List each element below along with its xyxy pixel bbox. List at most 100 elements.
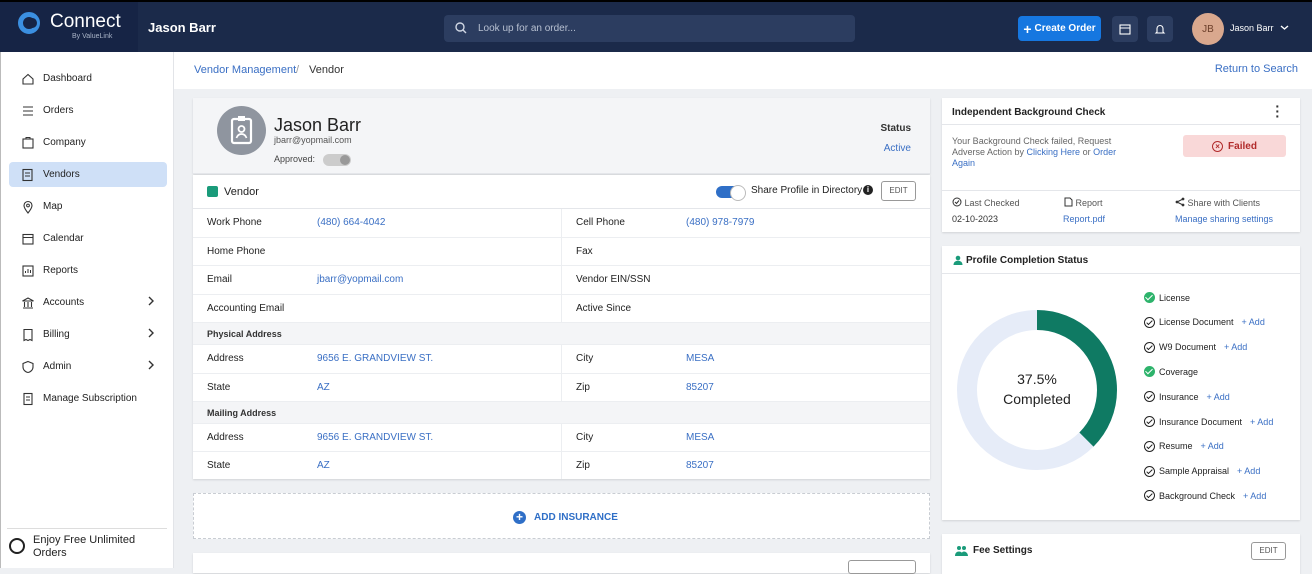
file-icon xyxy=(1064,197,1073,207)
city-label: City xyxy=(576,353,594,364)
divider xyxy=(942,124,1300,125)
add-link[interactable]: + Add xyxy=(1201,441,1224,451)
vendor-name: Jason Barr xyxy=(274,115,362,135)
table-row: Home Phone Fax xyxy=(193,238,930,266)
chevron-right-icon xyxy=(148,360,154,370)
check-circle-icon xyxy=(952,197,962,207)
user-avatar[interactable]: JB xyxy=(1192,13,1224,45)
checklist-item: Sample Appraisal + Add xyxy=(1144,465,1260,477)
checklist-item-label: License Document xyxy=(1159,317,1234,328)
row-divider xyxy=(561,424,562,451)
state-value[interactable]: AZ xyxy=(317,460,330,471)
user-icon xyxy=(953,255,963,265)
address-value[interactable]: 9656 E. GRANDVIEW ST. xyxy=(317,432,433,443)
create-order-button[interactable]: + Create Order xyxy=(1018,16,1101,41)
order-search[interactable] xyxy=(444,15,855,42)
sidebar-item-dashboard[interactable]: Dashboard xyxy=(9,66,167,91)
add-link[interactable]: + Add xyxy=(1242,317,1265,327)
search-input[interactable] xyxy=(478,21,838,36)
sidebar-item-label: Map xyxy=(43,201,63,212)
checklist-item-label: Background Check xyxy=(1159,490,1236,501)
notifications-button[interactable] xyxy=(1147,16,1173,42)
address-value[interactable]: 9656 E. GRANDVIEW ST. xyxy=(317,353,433,364)
sidebar-item-manage-subscription[interactable]: Manage Subscription xyxy=(9,386,167,411)
sidebar-item-label: Manage Subscription xyxy=(43,393,137,404)
sidebar-item-vendors[interactable]: Vendors xyxy=(9,162,167,187)
city-value[interactable]: MESA xyxy=(686,353,714,364)
more-vertical-icon[interactable]: · · · xyxy=(1275,99,1280,123)
profile-completion-title: Profile Completion Status xyxy=(966,255,1089,266)
sidebar-item-company[interactable]: Company xyxy=(9,130,167,155)
row-divider xyxy=(561,209,562,237)
checklist-item-label: Coverage xyxy=(1159,366,1199,377)
calendar-button[interactable] xyxy=(1112,16,1138,42)
checklist-item: Coverage xyxy=(1144,366,1199,378)
add-link[interactable]: + Add xyxy=(1224,342,1247,352)
sidebar-item-label: Accounts xyxy=(43,297,85,308)
sidebar-item-reports[interactable]: Reports xyxy=(9,258,167,283)
return-to-search-link[interactable]: Return to Search xyxy=(1215,63,1298,75)
approved-toggle[interactable] xyxy=(323,154,351,166)
manage-sharing-link[interactable]: Manage sharing settings xyxy=(1175,214,1273,224)
sidebar-item-map[interactable]: Map xyxy=(9,194,167,219)
table-row: State AZ Zip 85207 xyxy=(193,374,930,402)
add-link[interactable]: + Add xyxy=(1243,491,1266,501)
table-row: Address 9656 E. GRANDVIEW ST. City MESA xyxy=(193,424,930,452)
info-icon[interactable]: i xyxy=(863,185,873,195)
header-user-name: Jason Barr xyxy=(148,20,216,35)
clicking-here-link[interactable]: Clicking Here xyxy=(1027,147,1081,157)
chevron-down-icon[interactable] xyxy=(1280,23,1289,32)
brand-logo[interactable]: Connect By ValueLink xyxy=(0,2,138,52)
check-circle-outline-icon xyxy=(1144,391,1155,403)
check-circle-filled-icon xyxy=(1144,292,1155,303)
label-text: Share with Clients xyxy=(1187,198,1261,208)
check-circle-outline-icon xyxy=(1144,341,1155,353)
free-orders-promo[interactable]: Enjoy Free Unlimited Orders xyxy=(7,528,167,559)
sidebar-item-label: Orders xyxy=(43,105,74,116)
work-phone-value[interactable]: (480) 664-4042 xyxy=(317,217,385,228)
fee-settings-title: Fee Settings xyxy=(973,545,1033,556)
users-icon xyxy=(955,546,968,556)
city-label: City xyxy=(576,432,594,443)
add-link[interactable]: + Add xyxy=(1207,392,1230,402)
share-profile-toggle[interactable] xyxy=(716,185,746,201)
add-link[interactable]: + Add xyxy=(1237,466,1260,476)
connect-logo-icon xyxy=(18,12,40,34)
sidebar-item-accounts[interactable]: Accounts xyxy=(9,290,167,315)
cell-phone-label: Cell Phone xyxy=(576,217,625,228)
breadcrumb-current: Vendor xyxy=(309,64,344,76)
table-row: Address 9656 E. GRANDVIEW ST. City MESA xyxy=(193,345,930,374)
sidebar-item-orders[interactable]: Orders xyxy=(9,98,167,123)
add-insurance-button[interactable]: + ADD INSURANCE xyxy=(193,493,930,539)
table-row: Accounting Email Active Since xyxy=(193,295,930,323)
row-divider xyxy=(561,452,562,479)
add-link[interactable]: + Add xyxy=(1250,417,1273,427)
breadcrumb-vendor-management[interactable]: Vendor Management xyxy=(194,64,296,76)
sidebar-item-billing[interactable]: Billing xyxy=(9,322,167,347)
sidebar-item-label: Reports xyxy=(43,265,79,276)
zip-value[interactable]: 85207 xyxy=(686,460,714,471)
zip-value[interactable]: 85207 xyxy=(686,382,714,393)
vendor-email: jbarr@yopmail.com xyxy=(274,135,352,145)
edit-button[interactable] xyxy=(848,560,916,574)
promo-text: Enjoy Free Unlimited Orders xyxy=(33,534,136,559)
sidebar-item-admin[interactable]: Admin xyxy=(9,354,167,379)
breadcrumb: Vendor Management / Vendor Return to Sea… xyxy=(174,52,1312,89)
fee-settings-edit-button[interactable]: EDIT xyxy=(1251,542,1286,560)
email-value[interactable]: jbarr@yopmail.com xyxy=(317,274,403,285)
vendor-edit-button[interactable]: EDIT xyxy=(881,181,916,201)
physical-address-heading: Physical Address xyxy=(193,323,930,345)
address-label: Address xyxy=(207,432,244,443)
account-menu-name[interactable]: Jason Barr xyxy=(1230,23,1274,33)
profile-header: Jason Barr jbarr@yopmail.com Approved: S… xyxy=(193,98,930,174)
zip-label: Zip xyxy=(576,382,590,393)
last-checked-label: Last Checked xyxy=(952,197,1020,208)
cell-phone-value[interactable]: (480) 978-7979 xyxy=(686,217,754,228)
city-value[interactable]: MESA xyxy=(686,432,714,443)
state-value[interactable]: AZ xyxy=(317,382,330,393)
document-icon xyxy=(23,392,33,405)
sidebar-item-calendar[interactable]: Calendar xyxy=(9,226,167,251)
checklist-item: Resume + Add xyxy=(1144,440,1224,452)
completion-donut-chart xyxy=(957,310,1117,470)
report-pdf-link[interactable]: Report.pdf xyxy=(1063,214,1105,224)
